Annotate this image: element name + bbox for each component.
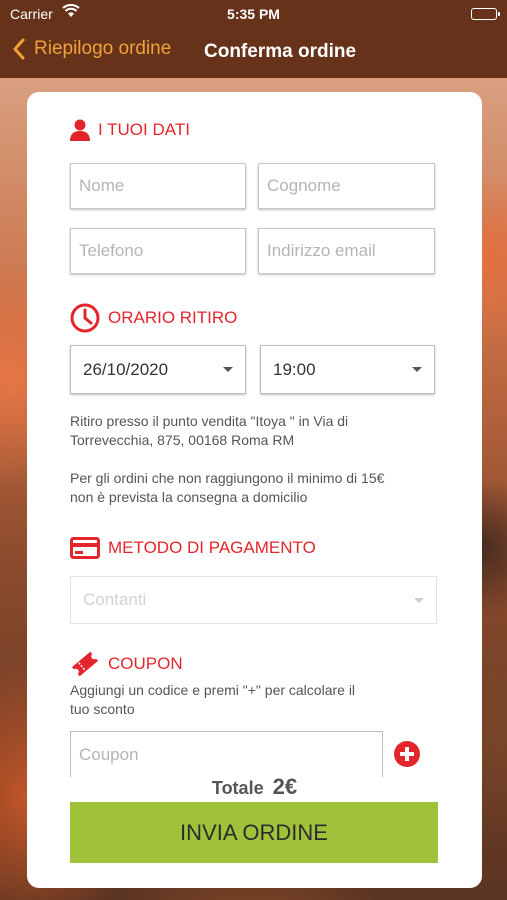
coupon-heading: COUPON bbox=[70, 650, 183, 678]
status-bar: Carrier 5:35 PM bbox=[0, 0, 507, 30]
page-title: Conferma ordine bbox=[204, 41, 357, 62]
email-field[interactable] bbox=[258, 228, 435, 274]
pickup-location-line: Torrevecchia, 875, 00168 Roma RM bbox=[70, 432, 295, 448]
coupon-hint-line: tuo sconto bbox=[70, 701, 135, 717]
back-button-label: Riepilogo ordine bbox=[34, 38, 172, 59]
telefono-field[interactable] bbox=[70, 228, 246, 274]
pickup-date-select[interactable]: 26/10/2020 bbox=[70, 345, 246, 394]
coupon-heading-label: COUPON bbox=[108, 654, 183, 673]
total-label: Totale bbox=[211, 778, 264, 798]
payment-method-value: Contanti bbox=[83, 590, 147, 609]
add-coupon-plus-icon[interactable] bbox=[394, 741, 420, 767]
total-value: 2€ bbox=[272, 774, 298, 799]
email-input[interactable] bbox=[259, 229, 434, 273]
cognome-field[interactable] bbox=[258, 163, 435, 209]
payment-method-heading: METODO DI PAGAMENTO bbox=[70, 537, 316, 559]
minimum-order-line: non è prevista la consegna a domicilio bbox=[70, 489, 308, 505]
ticket-icon bbox=[71, 651, 99, 677]
pickup-time-select[interactable]: 19:00 bbox=[260, 345, 435, 394]
pickup-time-heading: ORARIO RITIRO bbox=[70, 303, 237, 333]
order-total: Totale 2€ bbox=[27, 774, 482, 800]
personal-data-heading: I TUOI DATI bbox=[70, 119, 190, 141]
clock-time: 5:35 PM bbox=[227, 6, 280, 22]
telefono-input[interactable] bbox=[71, 229, 245, 273]
payment-method-select[interactable]: Contanti bbox=[70, 576, 437, 624]
nome-input[interactable] bbox=[71, 164, 245, 208]
chevron-left-icon bbox=[13, 38, 25, 60]
minimum-order-info: Per gli ordini che non raggiungono il mi… bbox=[70, 469, 384, 507]
cognome-input[interactable] bbox=[259, 164, 434, 208]
personal-data-heading-label: I TUOI DATI bbox=[98, 120, 190, 139]
order-form-card: I TUOI DATI ORARIO RITIRO 26/10/2020 19:… bbox=[27, 92, 482, 888]
coupon-field[interactable] bbox=[70, 731, 383, 777]
clock-icon bbox=[70, 303, 100, 333]
send-order-button[interactable]: INVIA ORDINE bbox=[70, 802, 438, 863]
pickup-location-line: Ritiro presso il punto vendita "Itoya " … bbox=[70, 413, 349, 429]
nome-field[interactable] bbox=[70, 163, 246, 209]
pickup-time-value: 19:00 bbox=[273, 359, 316, 379]
person-icon bbox=[70, 119, 90, 141]
pickup-time-heading-label: ORARIO RITIRO bbox=[108, 308, 238, 327]
caret-down-icon bbox=[414, 597, 424, 603]
coupon-input[interactable] bbox=[71, 732, 382, 777]
battery-icon bbox=[471, 8, 500, 20]
back-button[interactable]: Riepilogo ordine bbox=[12, 38, 171, 60]
credit-card-icon bbox=[70, 537, 100, 559]
navigation-bar: Riepilogo ordine Conferma ordine bbox=[0, 30, 507, 78]
caret-down-icon bbox=[223, 367, 233, 372]
pickup-date-value: 26/10/2020 bbox=[83, 359, 169, 379]
caret-down-icon bbox=[412, 367, 422, 372]
payment-method-heading-label: METODO DI PAGAMENTO bbox=[108, 538, 316, 557]
coupon-hint: Aggiungi un codice e premi "+" per calco… bbox=[70, 681, 355, 719]
coupon-hint-line: Aggiungi un codice e premi "+" per calco… bbox=[70, 682, 356, 698]
minimum-order-line: Per gli ordini che non raggiungono il mi… bbox=[70, 470, 385, 486]
pickup-location-info: Ritiro presso il punto vendita "Itoya " … bbox=[70, 412, 348, 450]
